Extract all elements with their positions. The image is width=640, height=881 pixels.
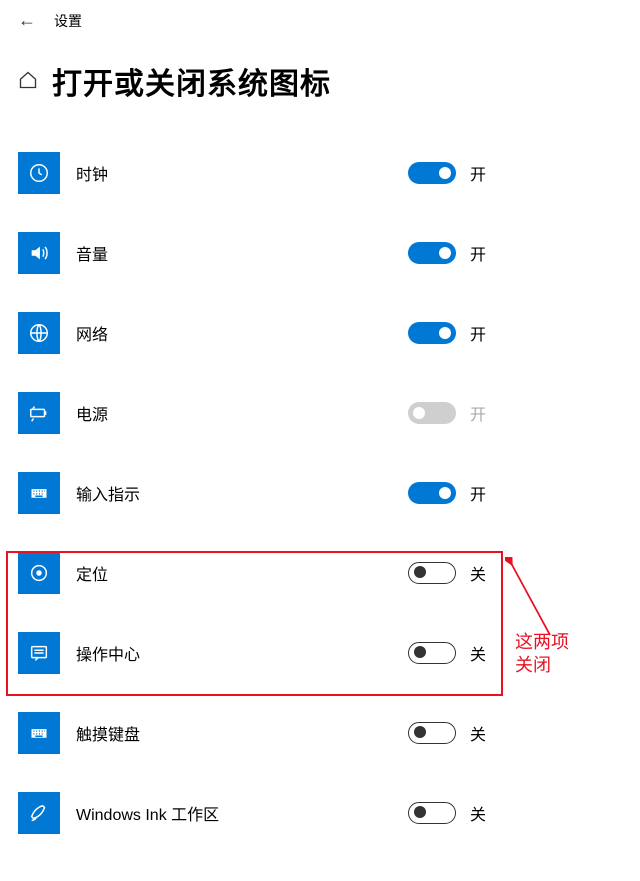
battery-icon: [18, 392, 60, 434]
setting-label-power: 电源: [76, 401, 108, 425]
setting-row-input: 输入指示 开: [18, 453, 622, 533]
toggle-state-label-volume: 开: [470, 241, 486, 265]
page-title: 打开或关闭系统图标: [52, 59, 331, 103]
keyboard-icon: [18, 712, 60, 754]
toggle-action[interactable]: [408, 642, 456, 664]
toggle-state-label-ink: 关: [470, 801, 486, 825]
toggle-clock[interactable]: [408, 162, 456, 184]
setting-label-ink: Windows Ink 工作区: [76, 801, 219, 825]
toggle-input[interactable]: [408, 482, 456, 504]
toggle-state-label-clock: 开: [470, 161, 486, 185]
home-icon[interactable]: [18, 70, 38, 96]
setting-label-touchkbd: 触摸键盘: [76, 721, 140, 745]
toggle-state-label-location: 关: [470, 561, 486, 585]
toggle-network[interactable]: [408, 322, 456, 344]
toggle-location[interactable]: [408, 562, 456, 584]
setting-row-network: 网络 开: [18, 293, 622, 373]
setting-label-input: 输入指示: [76, 481, 140, 505]
toggle-state-label-action: 关: [470, 641, 486, 665]
setting-label-network: 网络: [76, 321, 108, 345]
pen-icon: [18, 792, 60, 834]
toggle-volume[interactable]: [408, 242, 456, 264]
setting-label-action: 操作中心: [76, 641, 140, 665]
setting-label-clock: 时钟: [76, 161, 108, 185]
setting-row-volume: 音量 开: [18, 213, 622, 293]
toggle-state-label-network: 开: [470, 321, 486, 345]
setting-row-ink: Windows Ink 工作区 关: [18, 773, 622, 853]
setting-row-clock: 时钟 开: [18, 133, 622, 213]
target-icon: [18, 552, 60, 594]
header-breadcrumb: 设置: [54, 11, 82, 31]
keyboard-icon: [18, 472, 60, 514]
toggle-ink[interactable]: [408, 802, 456, 824]
setting-label-volume: 音量: [76, 241, 108, 265]
globe-icon: [18, 312, 60, 354]
speaker-icon: [18, 232, 60, 274]
toggle-state-label-touchkbd: 关: [470, 721, 486, 745]
toggle-state-label-power: 开: [470, 401, 486, 425]
setting-row-touchkbd: 触摸键盘 关: [18, 693, 622, 773]
toggle-touchkbd[interactable]: [408, 722, 456, 744]
back-button[interactable]: ←: [18, 10, 36, 31]
toggle-power: [408, 402, 456, 424]
setting-row-action: 操作中心 关: [18, 613, 622, 693]
setting-row-power: 电源 开: [18, 373, 622, 453]
clock-icon: [18, 152, 60, 194]
setting-row-location: 定位 关: [18, 533, 622, 613]
message-icon: [18, 632, 60, 674]
setting-label-location: 定位: [76, 561, 108, 585]
toggle-state-label-input: 开: [470, 481, 486, 505]
